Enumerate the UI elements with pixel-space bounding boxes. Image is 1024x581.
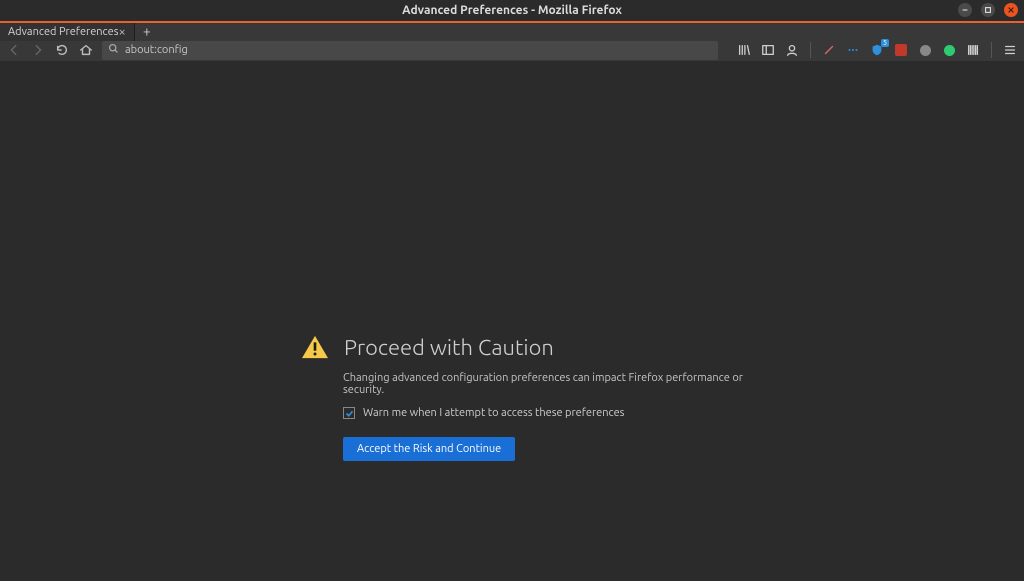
minimize-button[interactable] (958, 3, 972, 17)
sidebar-icon[interactable] (760, 42, 776, 58)
accept-risk-button[interactable]: Accept the Risk and Continue (343, 437, 515, 461)
page-content: Proceed with Caution Changing advanced c… (0, 61, 1024, 581)
window-controls (958, 3, 1018, 17)
extension-barcode-icon[interactable] (965, 42, 981, 58)
extension-green-icon[interactable] (941, 42, 957, 58)
extension-grey-icon[interactable] (917, 42, 933, 58)
extension-shield-icon[interactable]: 5 (869, 42, 885, 58)
check-icon (345, 409, 354, 418)
caution-panel: Proceed with Caution Changing advanced c… (300, 334, 750, 461)
hamburger-menu-icon[interactable] (1002, 42, 1018, 58)
extension-slash-icon[interactable] (821, 42, 837, 58)
extension-badge: 5 (881, 39, 889, 47)
tab-close-icon[interactable]: × (118, 25, 125, 39)
tab-advanced-preferences[interactable]: Advanced Preferences × (0, 23, 135, 41)
window-title: Advanced Preferences - Mozilla Firefox (402, 4, 622, 17)
reload-button[interactable] (54, 42, 70, 58)
tab-strip: Advanced Preferences × + (0, 21, 1024, 39)
url-input[interactable] (125, 44, 712, 56)
navigation-toolbar: 5 (0, 39, 1024, 61)
back-button[interactable] (6, 42, 22, 58)
extension-red-icon[interactable] (893, 42, 909, 58)
caution-description: Changing advanced configuration preferen… (343, 372, 750, 396)
search-icon (108, 43, 119, 57)
close-button[interactable] (1004, 3, 1018, 17)
maximize-button[interactable] (981, 3, 995, 17)
warn-checkbox-row[interactable]: Warn me when I attempt to access these p… (343, 407, 750, 419)
forward-button[interactable] (30, 42, 46, 58)
new-tab-button[interactable]: + (135, 23, 159, 39)
caution-header: Proceed with Caution (300, 334, 750, 360)
warn-checkbox[interactable] (343, 407, 355, 419)
window-titlebar: Advanced Preferences - Mozilla Firefox (0, 0, 1024, 21)
toolbar-separator-2 (991, 42, 992, 58)
url-bar[interactable] (102, 41, 718, 60)
toolbar-right: 5 (736, 42, 1018, 58)
caution-body: Changing advanced configuration preferen… (343, 372, 750, 461)
warn-checkbox-label: Warn me when I attempt to access these p… (363, 407, 624, 419)
account-icon[interactable] (784, 42, 800, 58)
toolbar-separator (810, 42, 811, 58)
library-icon[interactable] (736, 42, 752, 58)
tab-label: Advanced Preferences (8, 26, 118, 38)
caution-title: Proceed with Caution (344, 335, 554, 360)
home-button[interactable] (78, 42, 94, 58)
warning-triangle-icon (300, 334, 330, 360)
overflow-icon[interactable] (845, 42, 861, 58)
